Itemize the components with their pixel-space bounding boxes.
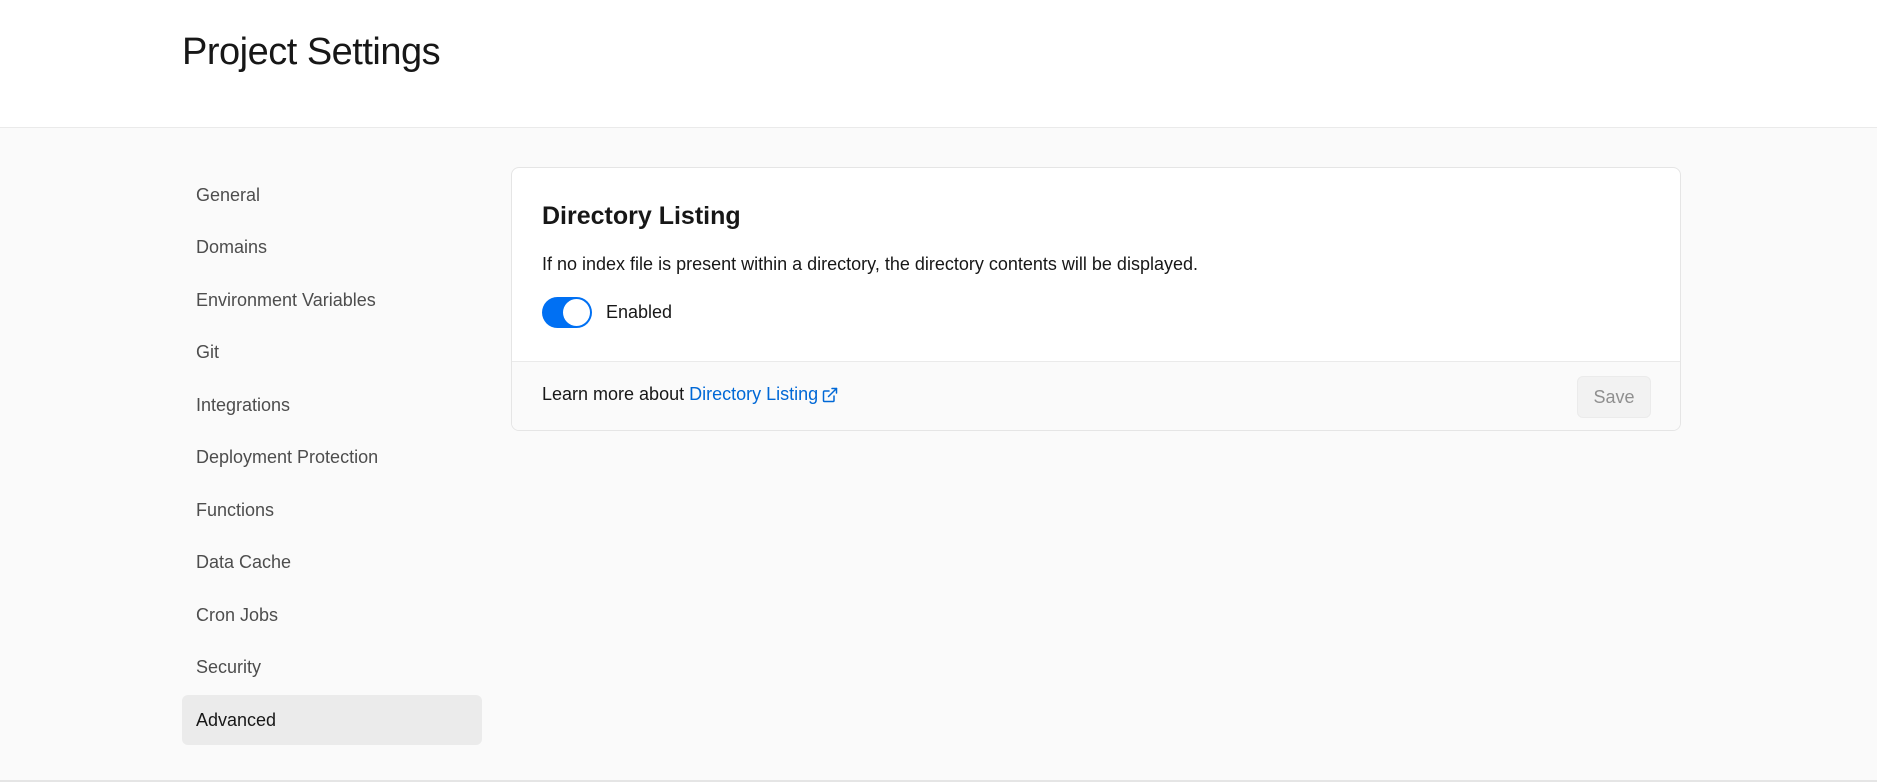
card-title: Directory Listing <box>542 202 741 230</box>
save-button[interactable]: Save <box>1577 376 1651 418</box>
sidebar-item-label: Cron Jobs <box>196 604 279 625</box>
sidebar-item-label: Integrations <box>196 394 291 415</box>
sidebar-item-label: Data Cache <box>196 552 292 572</box>
card-footer: Learn more about Directory Listing Save <box>512 361 1680 430</box>
card-body: Directory Listing If no index file is pr… <box>512 168 1680 361</box>
learn-more-prefix: Learn more about <box>542 384 685 404</box>
sidebar-item-deployment-protection[interactable]: Deployment Protection <box>182 433 482 483</box>
sidebar-item-label: Domains <box>196 237 268 257</box>
sidebar-item-security[interactable]: Security <box>182 643 482 693</box>
toggle-knob <box>563 299 590 326</box>
sidebar-item-general[interactable]: General <box>182 170 482 220</box>
external-link-icon <box>822 387 838 402</box>
toggle-label: Enabled <box>606 302 673 322</box>
sidebar-item-environment-variables[interactable]: Environment Variables <box>182 275 482 325</box>
sidebar-item-label: Advanced <box>196 709 277 730</box>
page-title: Project Settings <box>182 31 441 73</box>
sidebar-item-data-cache[interactable]: Data Cache <box>182 538 482 588</box>
page-header: Project Settings <box>0 0 1877 128</box>
directory-listing-card: Directory Listing If no index file is pr… <box>511 167 1681 431</box>
sidebar-item-label: Deployment Protection <box>196 447 379 467</box>
sidebar-item-label: Environment Variables <box>196 289 376 310</box>
sidebar-item-label: Git <box>196 342 220 362</box>
toggle-row: Enabled <box>542 297 672 328</box>
settings-sidebar: General Domains Environment Variables Gi… <box>182 170 482 748</box>
sidebar-item-label: Security <box>196 657 262 677</box>
sidebar-item-label: Functions <box>196 499 275 520</box>
sidebar-item-git[interactable]: Git <box>182 328 482 378</box>
learn-more-text: Learn more about Directory Listing <box>542 384 838 405</box>
sidebar-item-label: General <box>196 184 261 205</box>
link-label: Directory Listing <box>689 384 819 404</box>
sidebar-item-cron-jobs[interactable]: Cron Jobs <box>182 590 482 640</box>
directory-listing-toggle[interactable] <box>542 297 592 328</box>
sidebar-item-integrations[interactable]: Integrations <box>182 380 482 430</box>
card-description: If no index file is present within a dir… <box>542 254 1198 274</box>
directory-listing-docs-link[interactable]: Directory Listing <box>689 384 838 405</box>
sidebar-item-functions[interactable]: Functions <box>182 485 482 535</box>
sidebar-item-advanced[interactable]: Advanced <box>182 695 482 745</box>
sidebar-item-domains[interactable]: Domains <box>182 223 482 273</box>
